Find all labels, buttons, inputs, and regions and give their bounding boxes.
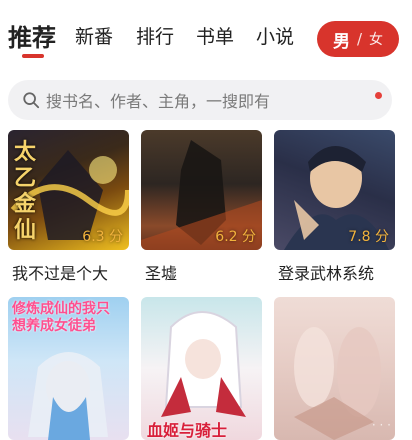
book-score: 6.3 分 <box>82 229 123 245</box>
notification-dot <box>375 92 382 99</box>
book-score: 6.2 分 <box>215 229 256 245</box>
watermark: · · · <box>371 418 391 432</box>
book-score: 7.8 分 <box>348 229 389 245</box>
tab-new[interactable]: 新番 <box>75 22 113 49</box>
book-title[interactable]: 登录武林系统 <box>278 260 374 284</box>
tab-ranking[interactable]: 排行 <box>136 22 174 49</box>
book-title[interactable]: 我不过是个大 <box>12 260 108 284</box>
gender-toggle[interactable]: 男 / 女 <box>317 21 399 57</box>
active-tab-indicator <box>22 54 44 58</box>
cover-title-text: 太乙金仙 <box>14 140 37 243</box>
book-cover[interactable]: 7.8 分 <box>274 130 395 250</box>
book-cover[interactable]: 6.2 分 <box>141 130 262 250</box>
book-cover[interactable]: · · · <box>274 297 395 440</box>
book-cover[interactable]: 修炼成仙的我只想养成女徒弟 <box>8 297 129 440</box>
book-cover[interactable]: 血姬与骑士 <box>141 297 262 440</box>
search-bar[interactable]: 搜书名、作者、主角，一搜即有 <box>8 80 392 120</box>
tab-novel[interactable]: 小说 <box>256 22 294 49</box>
tab-booklist[interactable]: 书单 <box>196 22 234 49</box>
cover-title-text: 血姬与骑士 <box>147 421 228 440</box>
gender-male-label[interactable]: 男 <box>333 27 350 52</box>
search-icon <box>23 92 40 109</box>
book-cover[interactable]: 太乙金仙 6.3 分 <box>8 130 129 250</box>
cover-title-text: 修炼成仙的我只想养成女徒弟 <box>12 301 110 334</box>
gender-female-label[interactable]: 女 <box>369 29 383 49</box>
gender-separator: / <box>356 30 363 48</box>
top-nav: 推荐 新番 排行 书单 小说 男 / 女 <box>0 0 412 72</box>
tab-recommend[interactable]: 推荐 <box>8 18 56 53</box>
search-placeholder: 搜书名、作者、主角，一搜即有 <box>46 92 271 111</box>
book-title[interactable]: 圣墟 <box>145 260 177 284</box>
